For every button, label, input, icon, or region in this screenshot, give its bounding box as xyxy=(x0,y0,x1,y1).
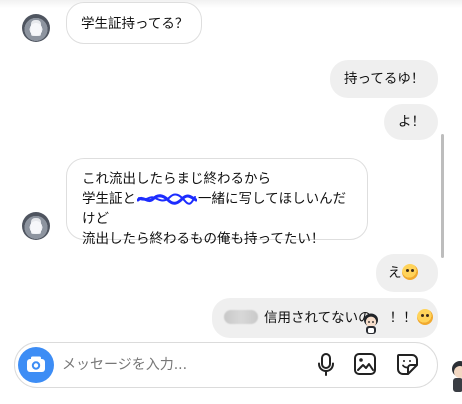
sad-face-icon xyxy=(416,309,433,325)
contact-avatar[interactable] xyxy=(22,212,50,240)
message-bubble-outgoing[interactable]: 信用されてないの ！！ xyxy=(212,298,438,338)
contact-avatar[interactable] xyxy=(22,14,50,42)
microphone-button[interactable] xyxy=(312,350,340,378)
message-text-part: 学生証と xyxy=(82,191,136,207)
scribble-icon xyxy=(137,193,197,205)
camera-button[interactable] xyxy=(18,347,54,383)
message-bubble-outgoing[interactable]: 持ってるゆ！ xyxy=(330,60,438,98)
redaction-scribble xyxy=(137,193,197,205)
message-bubble-outgoing[interactable]: よ！ xyxy=(384,104,438,140)
sticker-icon xyxy=(397,354,418,375)
chat-screen: 学生証持ってる？ 持ってるゆ！ よ！ これ流出したらまじ終わるから 学生証と 一… xyxy=(0,0,462,404)
image-button[interactable] xyxy=(351,350,379,378)
partial-avatar-icon xyxy=(452,361,462,392)
character-sticker-icon xyxy=(364,313,378,334)
message-text: 持ってるゆ！ xyxy=(344,71,425,87)
scrollbar[interactable] xyxy=(441,134,444,258)
message-text: よ！ xyxy=(398,114,425,130)
partial-avatar-icon xyxy=(448,360,462,394)
message-line: これ流出したらまじ終わるから xyxy=(82,171,271,187)
pleading-face-icon xyxy=(401,264,418,280)
message-suffix: ！！ xyxy=(389,310,417,326)
message-bubble-incoming[interactable]: これ流出したらまじ終わるから 学生証と 一緒に写してほしいんだけど 流出したら終… xyxy=(66,158,368,247)
character-sticker-icon xyxy=(360,312,382,336)
message-line: 流出したら終わるもの俺も持ってたい！ xyxy=(82,231,325,247)
image-icon xyxy=(354,353,376,375)
sticker-button[interactable] xyxy=(393,350,421,378)
message-line: 学生証と 一緒に写してほしいんだけど xyxy=(82,189,352,229)
microphone-icon xyxy=(318,353,334,376)
message-input[interactable] xyxy=(62,354,292,376)
message-text: え xyxy=(388,265,402,281)
message-bubble-outgoing[interactable]: え xyxy=(376,254,438,292)
camera-icon xyxy=(27,356,45,372)
redacted-name xyxy=(224,310,258,324)
message-bubble-incoming[interactable]: 学生証持ってる？ xyxy=(66,2,202,44)
message-text: 学生証持ってる？ xyxy=(81,16,189,32)
message-text: 信用されてないの xyxy=(264,310,372,326)
